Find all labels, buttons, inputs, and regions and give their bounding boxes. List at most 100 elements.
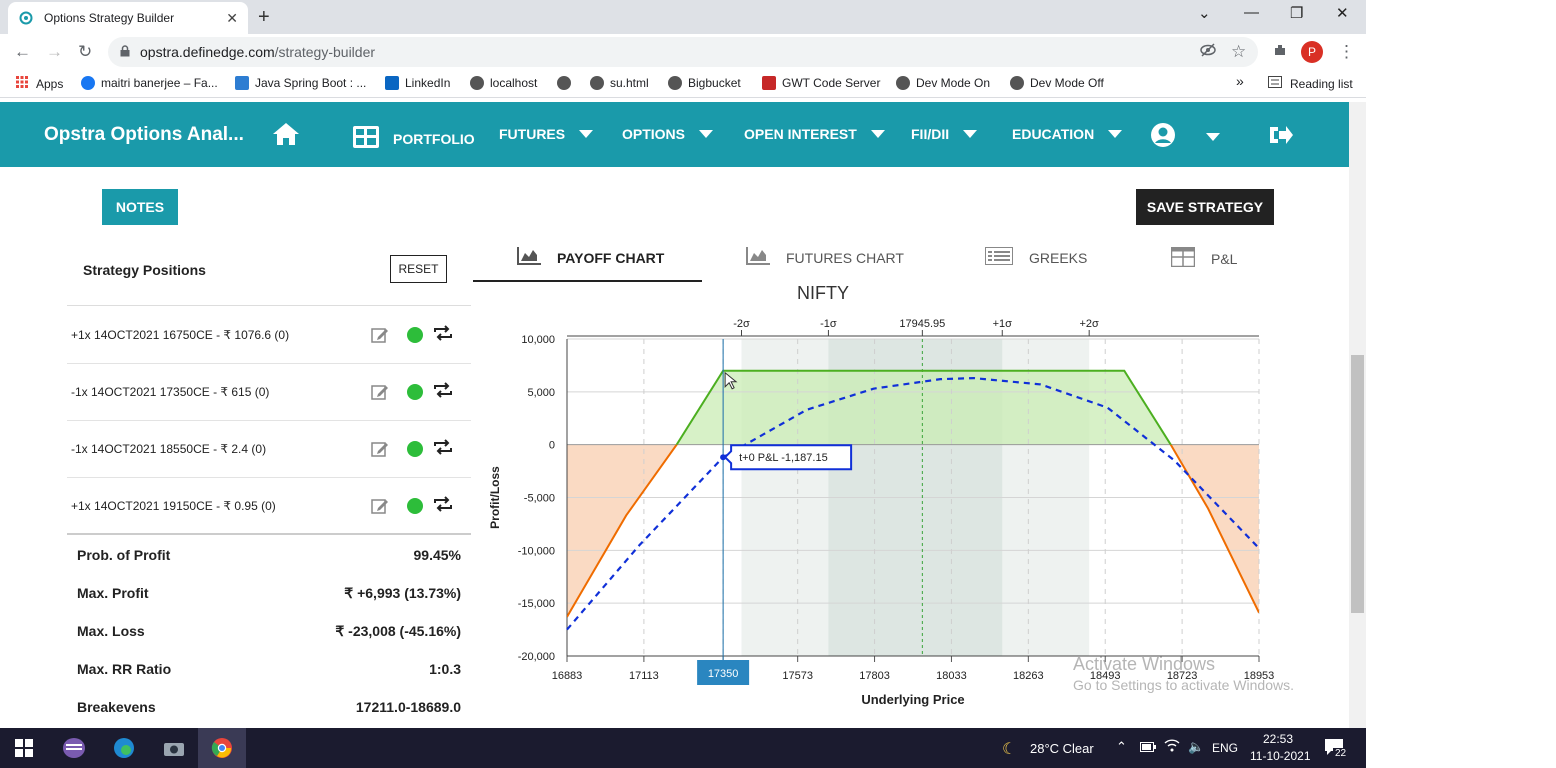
account-menu[interactable] (1150, 122, 1220, 151)
reset-button[interactable]: RESET (390, 255, 447, 283)
bookmark-linkedin[interactable]: LinkedIn (385, 76, 450, 90)
nav-education[interactable]: EDUCATION (1012, 126, 1123, 142)
globe-icon (470, 76, 484, 90)
nav-futures[interactable]: FUTURES (499, 126, 594, 142)
positions-header: Strategy Positions RESET (67, 235, 471, 306)
battery-icon[interactable] (1140, 740, 1156, 755)
x-tick-label: 17803 (859, 670, 890, 682)
grid-icon (353, 126, 379, 151)
weather-text[interactable]: 28°C Clear (1030, 741, 1094, 756)
tab-payoff-chart[interactable]: PAYOFF CHART (517, 247, 664, 268)
bookmark-gwt[interactable]: GWT Code Server (762, 76, 880, 90)
new-tab-icon[interactable]: + (258, 6, 270, 29)
bookmark-apps[interactable]: Apps (16, 76, 63, 91)
page-scrollbar-thumb[interactable] (1351, 355, 1364, 613)
linkedin-icon (385, 76, 399, 90)
back-icon[interactable]: ← (14, 42, 31, 62)
edge-browser-icon[interactable] (112, 736, 136, 760)
bookmark-su-html[interactable]: su.html (590, 76, 649, 90)
restore-icon[interactable]: ❐ (1290, 4, 1303, 22)
nav-open-interest[interactable]: OPEN INTEREST (744, 126, 885, 142)
tab-close-icon[interactable]: ✕ (226, 10, 238, 27)
bookmark-localhost[interactable]: localhost (470, 76, 537, 90)
windows-start-icon[interactable] (12, 736, 36, 760)
bookmark-star-icon[interactable]: ☆ (1231, 42, 1246, 62)
browser-tab[interactable]: Options Strategy Builder ✕ (8, 2, 248, 34)
bookmark-bigbucket[interactable]: Bigbucket (668, 76, 741, 90)
site-brand[interactable]: Opstra Options Anal... (44, 124, 244, 146)
bookmark-java-spring[interactable]: Java Spring Boot : ... (235, 76, 366, 90)
nav-label: EDUCATION (1012, 126, 1095, 142)
tab-futures-chart[interactable]: FUTURES CHART (746, 247, 904, 268)
reload-icon[interactable]: ↻ (78, 42, 92, 62)
edit-icon[interactable] (371, 497, 389, 518)
bookmark-label: Dev Mode On (916, 76, 991, 90)
nav-portfolio[interactable]: PORTFOLIO (353, 126, 475, 151)
swap-icon[interactable] (433, 325, 453, 346)
bookmark-facebook[interactable]: maitri banerjee – Fa... (81, 76, 218, 90)
extensions-icon[interactable] (1272, 42, 1288, 63)
tracking-eye-icon[interactable] (1200, 42, 1216, 63)
y-tick-label: 5,000 (527, 387, 555, 399)
clock-time[interactable]: 22:53 (1263, 732, 1293, 746)
app-launcher-icon[interactable] (62, 736, 86, 760)
tab-label: GREEKS (1029, 249, 1088, 266)
strategy-positions-panel: Strategy Positions RESET +1x 14OCT2021 1… (67, 235, 471, 728)
bookmark-label: LinkedIn (405, 76, 451, 90)
profile-avatar[interactable]: P (1301, 41, 1323, 63)
bookmark-dev-mode-on[interactable]: Dev Mode On (896, 76, 990, 90)
tab-greeks[interactable]: GREEKS (985, 247, 1087, 268)
position-row: +1x 14OCT2021 19150CE - ₹ 0.95 (0) (67, 478, 471, 535)
notes-button[interactable]: NOTES (102, 189, 178, 225)
camera-app-icon[interactable] (162, 736, 186, 760)
language-indicator[interactable]: ENG (1212, 741, 1238, 755)
edit-icon[interactable] (371, 440, 389, 461)
clock-date[interactable]: 11-10-2021 (1250, 749, 1311, 763)
cursor-x-label: 17350 (708, 668, 739, 680)
caret-down-icon (870, 130, 885, 138)
nav-fii-dii[interactable]: FII/DII (911, 126, 978, 142)
bookmark-dev-mode-off[interactable]: Dev Mode Off (1010, 76, 1104, 90)
nav-label: FUTURES (499, 126, 566, 142)
nav-options[interactable]: OPTIONS (622, 126, 714, 142)
chart-title: NIFTY (797, 283, 849, 303)
sigma-label: +2σ (1080, 318, 1100, 330)
edit-icon[interactable] (371, 326, 389, 347)
position-active-toggle[interactable] (407, 498, 423, 514)
bookmark-globe[interactable] (557, 76, 577, 90)
tooltip-text: t+0 P&L -1,187.15 (739, 452, 828, 464)
activate-windows-subtitle: Go to Settings to activate Windows. (1073, 677, 1294, 693)
save-strategy-button[interactable]: SAVE STRATEGY (1136, 189, 1274, 225)
url-host: opstra.definedge.com (140, 44, 275, 60)
tray-chevron-icon[interactable]: ⌃ (1116, 739, 1127, 755)
y-tick-label: 0 (549, 440, 555, 452)
edit-icon[interactable] (371, 383, 389, 404)
position-active-toggle[interactable] (407, 441, 423, 457)
swap-icon[interactable] (433, 382, 453, 403)
position-active-toggle[interactable] (407, 327, 423, 343)
wifi-icon[interactable] (1164, 738, 1180, 755)
caret-down-icon (1108, 130, 1123, 138)
stat-value: 17211.0-18689.0 (355, 699, 461, 715)
window-close-icon[interactable]: ✕ (1336, 4, 1349, 22)
tab-search-chevron-icon[interactable]: ⌄ (1198, 4, 1211, 22)
volume-icon[interactable]: 🔈 (1188, 739, 1204, 755)
caret-down-icon (579, 130, 594, 138)
chrome-taskbar-icon[interactable] (198, 728, 246, 768)
logout-icon[interactable] (1268, 123, 1294, 147)
position-active-toggle[interactable] (407, 384, 423, 400)
reading-list[interactable]: Reading list (1268, 76, 1353, 91)
forward-icon[interactable]: → (46, 42, 63, 62)
swap-icon[interactable] (433, 496, 453, 517)
tab-pnl[interactable]: P&L (1170, 246, 1237, 270)
minimize-icon[interactable]: — (1244, 4, 1259, 21)
sigma-label: +1σ (993, 318, 1013, 330)
stat-prob-profit: Prob. of Profit 99.45% (77, 547, 461, 563)
browser-menu-icon[interactable]: ⋮ (1338, 42, 1355, 62)
stat-label: Breakevens (77, 699, 156, 715)
swap-icon[interactable] (433, 439, 453, 460)
home-icon[interactable] (272, 122, 300, 146)
x-axis-title: Underlying Price (861, 692, 964, 707)
more-bookmarks-icon[interactable]: » (1236, 73, 1244, 89)
address-bar[interactable]: opstra.definedge.com/strategy-builder (108, 37, 1258, 67)
